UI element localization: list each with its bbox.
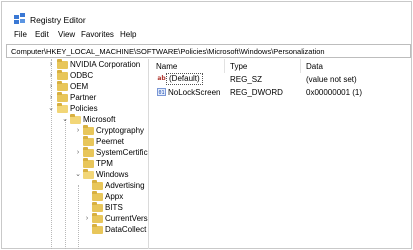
menu-favorites[interactable]: Favorites xyxy=(81,30,114,39)
registry-editor-icon xyxy=(14,13,25,24)
tree-item-advertising[interactable]: Advertising xyxy=(6,180,148,192)
value-data: (value not set) xyxy=(306,75,357,84)
value-row-nolockscreen[interactable]: 01 NoLockScreen REG_DWORD 0x00000001 (1) xyxy=(150,87,412,98)
folder-icon xyxy=(83,147,94,157)
column-divider[interactable] xyxy=(300,59,301,73)
tree-item-label: OEM xyxy=(70,82,89,91)
folder-icon xyxy=(92,224,103,234)
tree-item-label: Appx xyxy=(105,192,124,201)
chevron-right-icon[interactable]: › xyxy=(83,214,91,224)
tree-item-label: TPM xyxy=(96,159,113,168)
value-type: REG_DWORD xyxy=(230,88,283,97)
tree-item-nvidia[interactable]: › NVIDIA Corporation xyxy=(6,59,148,71)
key-tree-pane[interactable]: › NVIDIA Corporation › ODBC › OEM › Part… xyxy=(6,59,149,249)
folder-icon xyxy=(83,125,94,135)
menu-bar: File Edit View Favorites Help xyxy=(2,30,411,42)
folder-open-icon xyxy=(70,114,81,124)
tree-item-tpm[interactable]: TPM xyxy=(6,158,148,170)
column-header-type[interactable]: Type xyxy=(230,62,247,71)
tree-item-label: Advertising xyxy=(105,181,145,190)
tree-item-microsoft[interactable]: ⌄ Microsoft xyxy=(6,114,148,126)
menu-help[interactable]: Help xyxy=(120,30,136,39)
tree-item-policies[interactable]: ⌄ Policies xyxy=(6,103,148,115)
value-name[interactable]: (Default) xyxy=(166,73,203,85)
value-data: 0x00000001 (1) xyxy=(306,88,363,97)
chevron-right-icon[interactable]: › xyxy=(47,71,55,81)
title-bar: Registry Editor xyxy=(2,2,411,26)
tree-item-odbc[interactable]: › ODBC xyxy=(6,70,148,82)
address-path[interactable]: Computer\HKEY_LOCAL_MACHINE\SOFTWARE\Pol… xyxy=(11,47,325,56)
chevron-right-icon[interactable]: › xyxy=(47,93,55,103)
tree-item-label: Peernet xyxy=(96,137,125,146)
folder-icon xyxy=(57,81,68,91)
value-type: REG_SZ xyxy=(230,75,263,84)
value-row-default[interactable]: ab (Default) REG_SZ (value not set) xyxy=(150,73,412,85)
column-divider[interactable] xyxy=(224,59,225,73)
binary-value-icon: 01 xyxy=(157,88,166,96)
folder-icon xyxy=(92,180,103,190)
tree-item-label: Windows xyxy=(96,170,129,179)
value-name[interactable]: NoLockScreen xyxy=(168,87,220,98)
folder-open-icon xyxy=(57,103,68,113)
folder-icon xyxy=(83,158,94,168)
column-header-name[interactable]: Name xyxy=(156,62,177,71)
tree-item-label: Cryptography xyxy=(96,126,145,135)
tree-item-partner[interactable]: › Partner xyxy=(6,92,148,104)
tree-item-peernet[interactable]: Peernet xyxy=(6,136,148,148)
folder-icon xyxy=(83,136,94,146)
string-value-icon: ab xyxy=(157,75,166,82)
tree-item-systemcertificates[interactable]: › SystemCertific xyxy=(6,147,148,159)
chevron-down-icon[interactable]: ⌄ xyxy=(47,104,55,114)
menu-file[interactable]: File xyxy=(14,30,27,39)
folder-icon xyxy=(57,59,68,69)
tree-item-label: NVIDIA Corporation xyxy=(70,60,141,69)
chevron-right-icon[interactable]: › xyxy=(74,148,82,158)
chevron-right-icon[interactable]: › xyxy=(47,60,55,70)
menu-edit[interactable]: Edit xyxy=(35,30,49,39)
tree-item-label: DataCollect xyxy=(105,225,147,234)
tree-item-appx[interactable]: Appx xyxy=(6,191,148,203)
tree-item-windows[interactable]: ⌄ Windows xyxy=(6,169,148,181)
tree-item-label: ODBC xyxy=(70,71,94,80)
registry-editor-window: Registry Editor File Edit View Favorites… xyxy=(1,1,412,249)
folder-icon xyxy=(92,213,103,223)
tree-item-currentversion[interactable]: › CurrentVers xyxy=(6,213,148,225)
folder-icon xyxy=(57,70,68,80)
tree-item-cryptography[interactable]: › Cryptography xyxy=(6,125,148,137)
folder-icon xyxy=(57,92,68,102)
tree-item-label: SystemCertific xyxy=(96,148,148,157)
folder-icon xyxy=(92,191,103,201)
chevron-right-icon[interactable]: › xyxy=(74,126,82,136)
chevron-down-icon[interactable]: ⌄ xyxy=(74,170,82,180)
chevron-right-icon[interactable]: › xyxy=(47,82,55,92)
address-bar[interactable]: Computer\HKEY_LOCAL_MACHINE\SOFTWARE\Pol… xyxy=(6,44,411,58)
tree-item-label: Policies xyxy=(70,104,98,113)
tree-item-label: BITS xyxy=(105,203,123,212)
column-header-data[interactable]: Data xyxy=(306,62,323,71)
folder-icon xyxy=(92,202,103,212)
tree-item-label: Microsoft xyxy=(83,115,116,124)
values-pane[interactable]: Name Type Data ab (Default) REG_SZ (valu… xyxy=(150,59,412,249)
chevron-down-icon[interactable]: ⌄ xyxy=(61,115,69,125)
menu-view[interactable]: View xyxy=(58,30,75,39)
tree-item-label: Partner xyxy=(70,93,97,102)
window-title: Registry Editor xyxy=(30,15,86,25)
folder-open-icon xyxy=(83,169,94,179)
tree-item-datacollection[interactable]: DataCollect xyxy=(6,224,148,236)
tree-item-label: CurrentVers xyxy=(105,214,148,223)
tree-item-oem[interactable]: › OEM xyxy=(6,81,148,93)
tree-item-bits[interactable]: BITS xyxy=(6,202,148,214)
